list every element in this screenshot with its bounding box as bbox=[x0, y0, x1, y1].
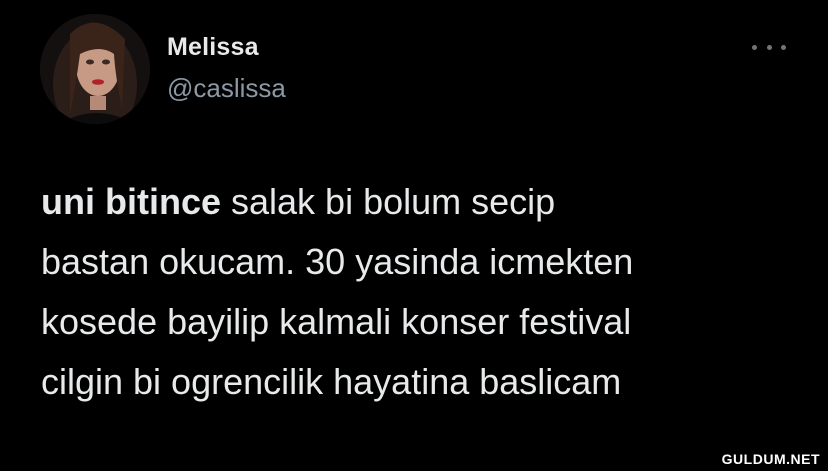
tweet-highlight: uni bitince bbox=[41, 181, 221, 222]
tweet-line-1: uni bitince salak bi bolum secip bbox=[41, 172, 801, 232]
tweet-line-3: kosede bayilip kalmali konser festival bbox=[41, 301, 632, 342]
author-handle[interactable]: @caslissa bbox=[167, 73, 286, 104]
tweet-line-4: cilgin bi ogrencilik hayatina baslicam bbox=[41, 361, 622, 402]
watermark: GULDUM.NET bbox=[721, 451, 820, 467]
tweet-line-2: bastan okucam. 30 yasinda icmekten bbox=[41, 241, 634, 282]
dot-icon bbox=[781, 44, 786, 50]
more-options-icon[interactable] bbox=[752, 37, 786, 57]
dot-icon bbox=[766, 44, 772, 50]
avatar-image bbox=[40, 14, 150, 124]
dot-icon bbox=[752, 44, 757, 50]
tweet-text: uni bitince salak bi bolum secip bastan … bbox=[41, 172, 801, 412]
tweet-line-1-rest: salak bi bolum secip bbox=[221, 181, 556, 222]
avatar[interactable] bbox=[40, 14, 150, 124]
author-name[interactable]: Melissa bbox=[167, 33, 259, 62]
